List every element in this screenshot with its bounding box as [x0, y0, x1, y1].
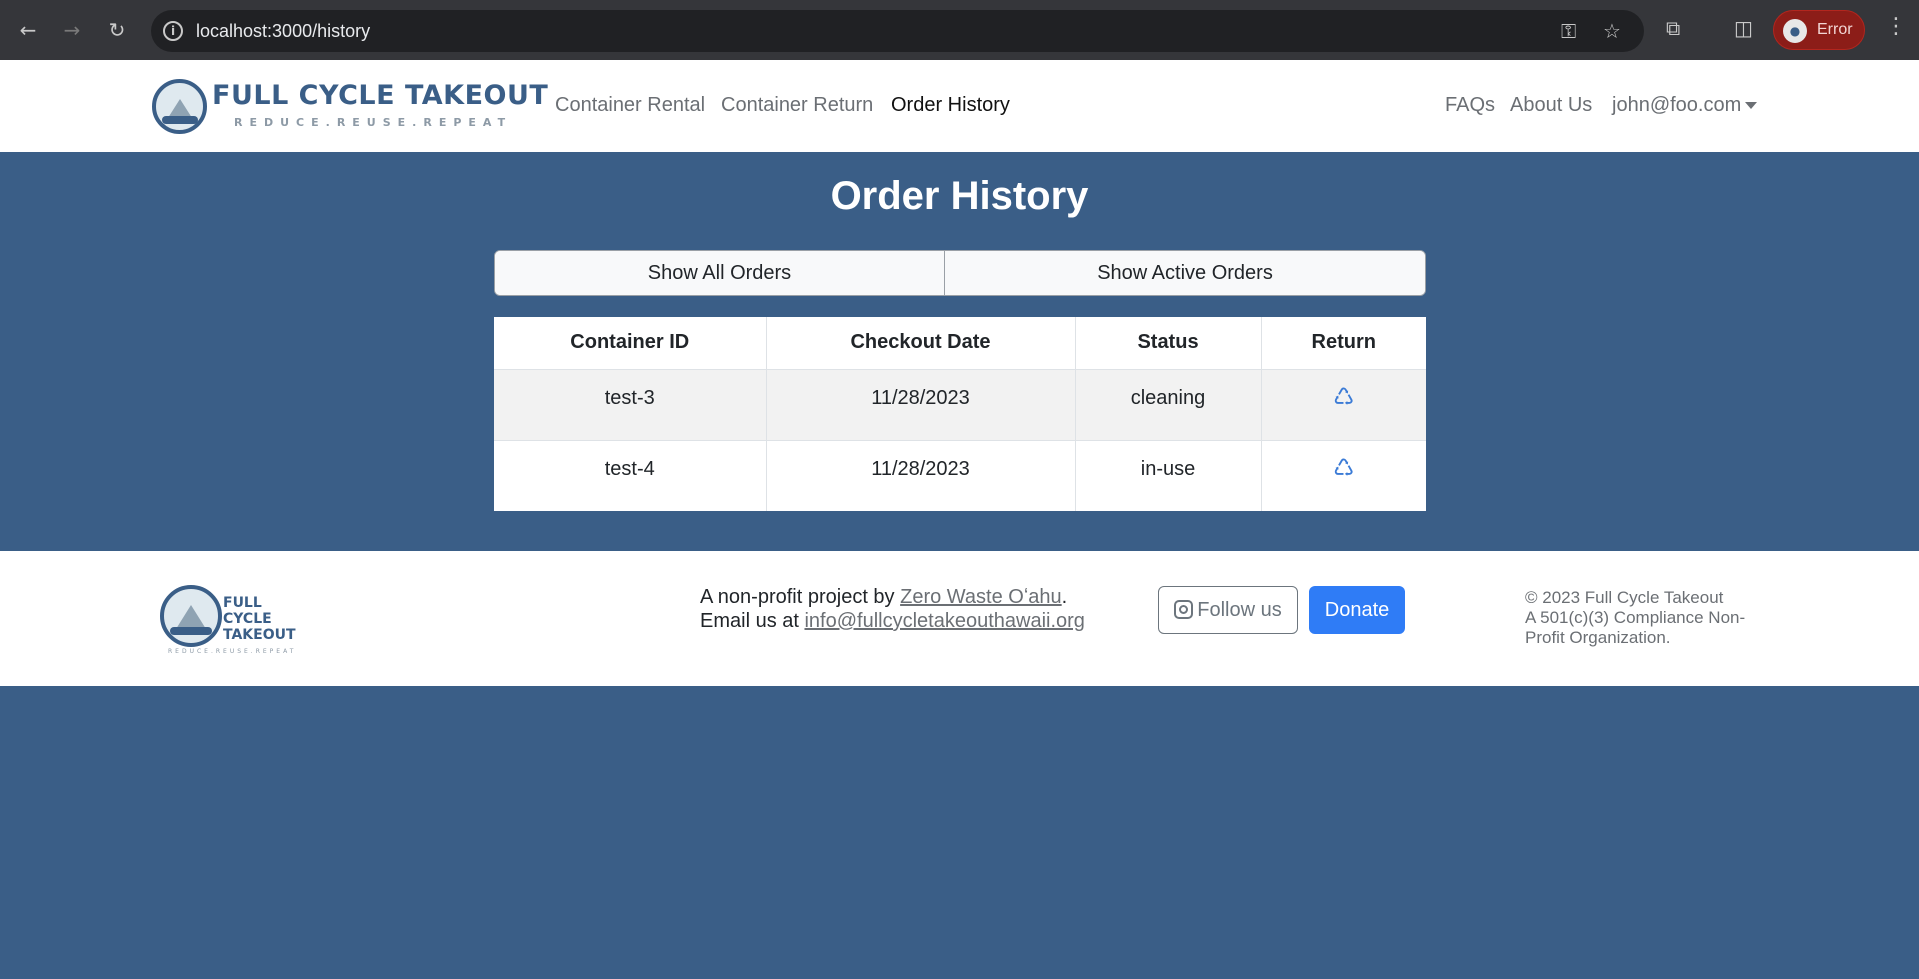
brand-name: FULL CYCLE TAKEOUT [212, 80, 549, 111]
back-icon[interactable]: ← [14, 16, 42, 44]
nav-container-rental[interactable]: Container Rental [555, 94, 705, 117]
browser-toolbar: ← → ↻ i localhost:3000/history ⚿ ☆ ⧉ ◫ ●… [0, 0, 1919, 60]
footer-copyright: © 2023 Full Cycle Takeout A 501(c)(3) Co… [1525, 588, 1765, 648]
cell-container-id: test-3 [494, 368, 766, 440]
cell-checkout-date: 11/28/2023 [765, 368, 1075, 440]
brand-tagline: REDUCE.REUSE.REPEAT [234, 116, 513, 129]
footer-contact: A non-profit project by Zero Waste Oʻahu… [700, 585, 1085, 633]
footer-email-line: Email us at info@fullcycletakeouthawaii.… [700, 610, 1085, 632]
cell-checkout-date: 11/28/2023 [765, 439, 1075, 511]
logo-emblem [152, 79, 207, 134]
profile-avatar: ● [1783, 19, 1807, 43]
address-bar[interactable]: i localhost:3000/history ⚿ ☆ [151, 10, 1644, 52]
instagram-icon [1174, 600, 1194, 619]
footer-tagline: REDUCE.REUSE.REPEAT [168, 648, 297, 655]
follow-us-label: Follow us [1197, 599, 1282, 621]
cell-status: in-use [1074, 439, 1261, 511]
side-panel-icon[interactable]: ◫ [1734, 16, 1753, 40]
cell-return: ♺ [1260, 439, 1426, 511]
copyright-text: © 2023 Full Cycle Takeout [1525, 588, 1724, 607]
address-url[interactable]: localhost:3000/history [196, 21, 370, 42]
brand-logo[interactable]: FULL CYCLE TAKEOUT REDUCE.REUSE.REPEAT [152, 76, 548, 136]
cell-status: cleaning [1074, 368, 1261, 440]
cell-return: ♺ [1260, 368, 1426, 440]
nav-order-history[interactable]: Order History [891, 94, 1010, 117]
col-header-container-id: Container ID [494, 317, 766, 370]
profile-error-label: Error [1817, 21, 1853, 38]
footer-project-line: A non-profit project by Zero Waste Oʻahu… [700, 586, 1068, 608]
profile-error-button[interactable]: ● Error [1773, 10, 1865, 50]
user-menu-dropdown[interactable]: john@foo.com [1612, 94, 1758, 117]
table-row: test-4 11/28/2023 in-use ♺ [494, 439, 1426, 511]
recycle-icon[interactable]: ♺ [1333, 383, 1355, 411]
extensions-icon[interactable]: ⧉ [1666, 16, 1680, 40]
show-active-orders-button[interactable]: Show Active Orders [945, 251, 1425, 295]
footer-brand-name: FULL CYCLE TAKEOUT [223, 595, 296, 643]
page-title: Order History [830, 174, 1089, 218]
nav-container-return[interactable]: Container Return [721, 94, 873, 117]
col-header-return: Return [1260, 317, 1426, 370]
show-all-orders-button[interactable]: Show All Orders [495, 251, 945, 295]
table-header-row: Container ID Checkout Date Status Return [494, 317, 1426, 370]
order-filter-group: Show All Orders Show Active Orders [494, 250, 1426, 296]
col-header-checkout-date: Checkout Date [765, 317, 1075, 370]
reload-icon[interactable]: ↻ [103, 16, 131, 44]
col-header-status: Status [1074, 317, 1261, 370]
bookmark-star-icon[interactable]: ☆ [1603, 19, 1621, 43]
recycle-icon[interactable]: ♺ [1333, 454, 1355, 482]
key-icon[interactable]: ⚿ [1561, 19, 1576, 43]
site-navbar: FULL CYCLE TAKEOUT REDUCE.REUSE.REPEAT C… [0, 60, 1919, 152]
caret-down-icon [1745, 102, 1758, 110]
user-email: john@foo.com [1612, 94, 1742, 116]
footer-logo-emblem [160, 585, 222, 647]
nav-about-us[interactable]: About Us [1510, 94, 1592, 117]
footer-logo: FULL CYCLE TAKEOUT REDUCE.REUSE.REPEAT [160, 581, 296, 655]
table-row: test-3 11/28/2023 cleaning ♺ [494, 368, 1426, 440]
zero-waste-oahu-link[interactable]: Zero Waste Oʻahu [900, 586, 1062, 608]
email-link[interactable]: info@fullcycletakeouthawaii.org [804, 610, 1084, 632]
follow-us-button[interactable]: Follow us [1158, 586, 1298, 634]
order-history-table: Container ID Checkout Date Status Return… [494, 317, 1426, 511]
cell-container-id: test-4 [494, 439, 766, 511]
site-footer: FULL CYCLE TAKEOUT REDUCE.REUSE.REPEAT A… [0, 551, 1919, 686]
donate-button[interactable]: Donate [1309, 586, 1405, 634]
compliance-text: A 501(c)(3) Compliance Non-Profit Organi… [1525, 608, 1746, 647]
nav-faqs[interactable]: FAQs [1445, 94, 1495, 117]
forward-icon[interactable]: → [58, 16, 86, 44]
browser-menu-icon[interactable]: ⋮ [1885, 14, 1907, 39]
site-info-icon[interactable]: i [163, 21, 183, 41]
